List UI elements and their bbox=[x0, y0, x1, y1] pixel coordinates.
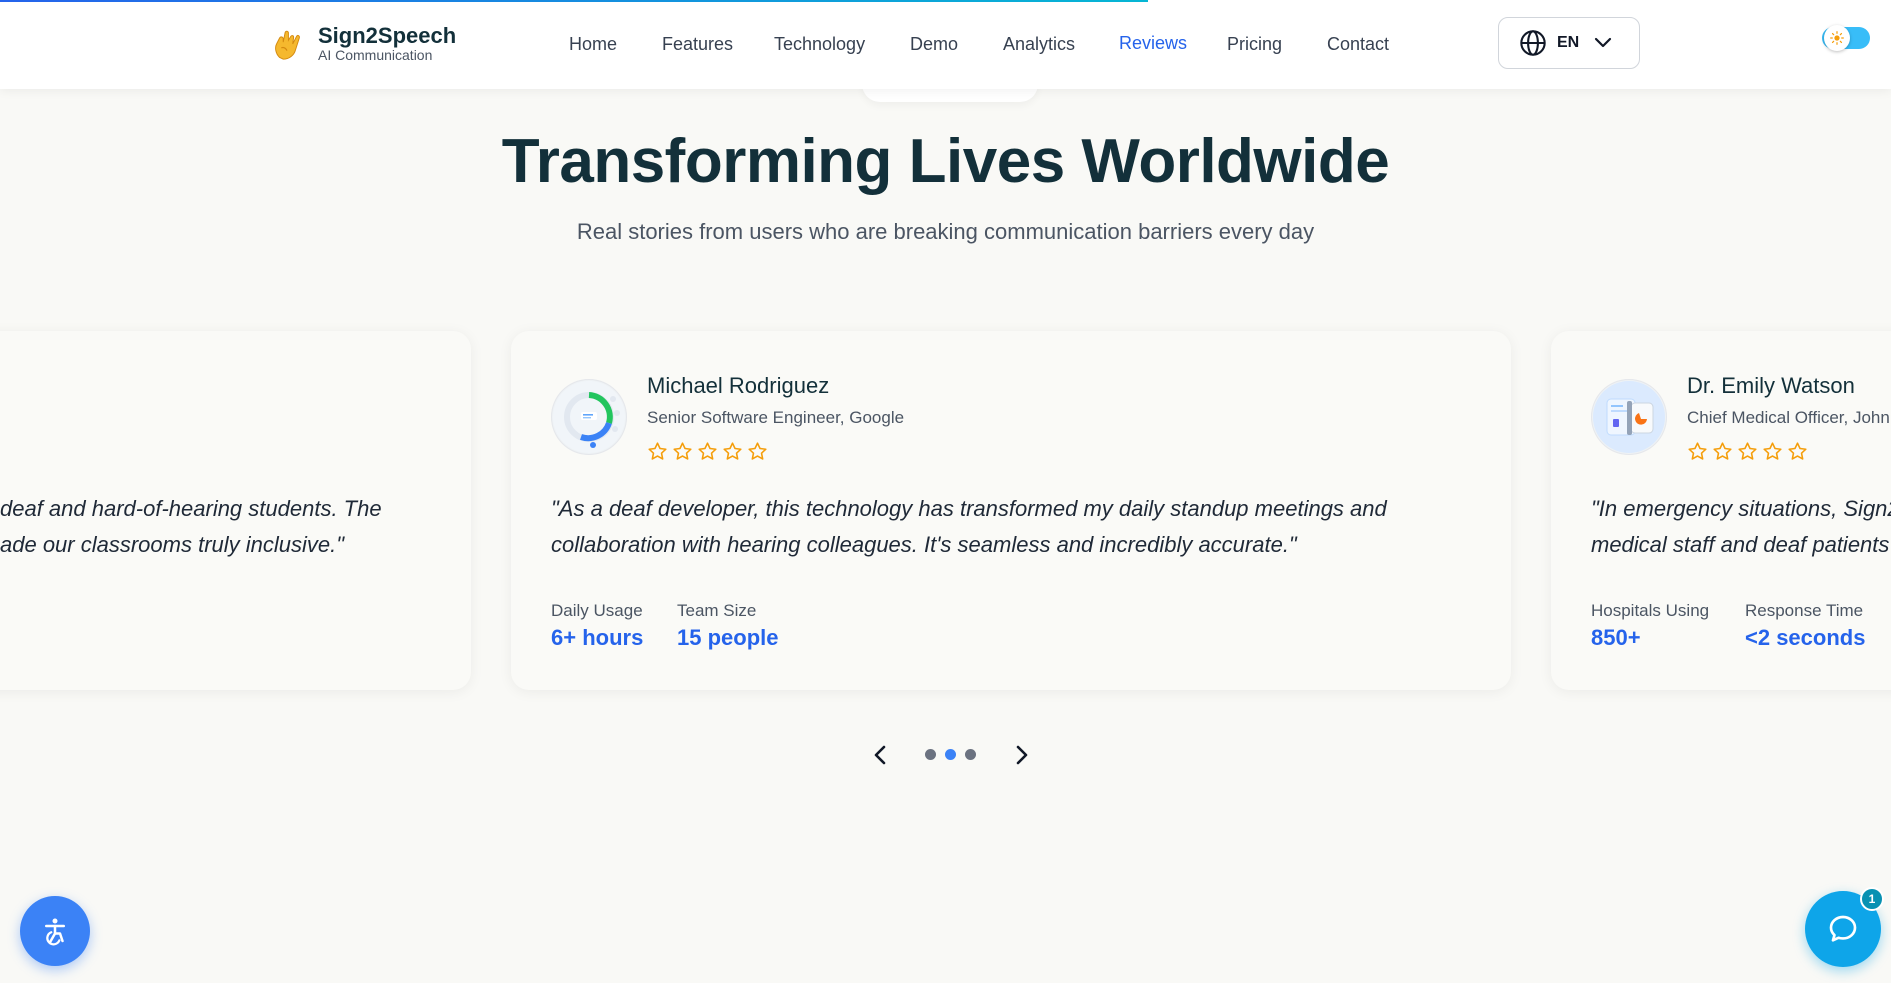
reviewer-name: Michael Rodriguez bbox=[647, 373, 830, 398]
nav-technology[interactable]: Technology bbox=[774, 30, 865, 58]
testimonial-quote: "In emergency situations, Sign2 medical … bbox=[1591, 491, 1891, 563]
carousel-prev-button[interactable] bbox=[866, 740, 896, 770]
testimonial-card-next[interactable]: Dr. Emily Watson Chief Medical Officer, … bbox=[1551, 331, 1891, 690]
avatar-image bbox=[1593, 381, 1665, 453]
sun-icon bbox=[1830, 31, 1844, 45]
chat-bubble-icon bbox=[1829, 915, 1857, 942]
brand-tagline: AI Communication bbox=[318, 47, 433, 63]
star-icon bbox=[673, 442, 692, 460]
stat-daily-usage: Daily Usage 6+ hours bbox=[551, 601, 643, 651]
reviewer-role: Senior Software Engineer, Google bbox=[647, 408, 905, 427]
accessibility-icon bbox=[45, 918, 65, 946]
reviewer-name: Dr. Emily Watson bbox=[1687, 373, 1855, 398]
stat-label: Daily Usage bbox=[551, 601, 643, 620]
testimonial-card-previous[interactable]: deaf and hard-of-hearing students. The a… bbox=[0, 331, 471, 690]
carousel-next-button[interactable] bbox=[1006, 740, 1036, 770]
chevron-right-icon bbox=[1016, 745, 1028, 765]
brand-logo[interactable]: Sign2Speech AI Communication bbox=[268, 24, 456, 63]
stat-value: 6+ hours bbox=[551, 625, 644, 650]
stat-response-time: Response Time <2 seconds bbox=[1745, 601, 1865, 651]
stat-hospitals-using: Hospitals Using 850+ bbox=[1591, 601, 1709, 651]
carousel-dot-2[interactable] bbox=[945, 749, 956, 760]
star-icon bbox=[748, 442, 767, 460]
scroll-progress-bar bbox=[0, 0, 1148, 2]
chat-notification-badge: 1 bbox=[1860, 887, 1884, 911]
avatar bbox=[551, 379, 627, 455]
star-icon bbox=[1688, 442, 1707, 460]
nav-features[interactable]: Features bbox=[662, 30, 733, 58]
testimonial-card-active: Michael Rodriguez Senior Software Engine… bbox=[511, 331, 1511, 690]
section-subtitle: Real stories from users who are breaking… bbox=[576, 219, 1315, 244]
hand-sign-icon bbox=[275, 30, 300, 60]
star-icon bbox=[648, 442, 667, 460]
stat-label: Response Time bbox=[1745, 601, 1864, 620]
nav-reviews[interactable]: Reviews bbox=[1119, 29, 1187, 57]
section-title: Transforming Lives Worldwide bbox=[501, 127, 1390, 196]
stat-value: 850+ bbox=[1591, 625, 1641, 650]
stat-value: <2 seconds bbox=[1745, 625, 1866, 650]
carousel-dot-1[interactable] bbox=[925, 749, 936, 760]
nav-contact[interactable]: Contact bbox=[1327, 30, 1389, 58]
star-rating bbox=[1687, 441, 1808, 462]
testimonial-quote: deaf and hard-of-hearing students. The a… bbox=[0, 491, 382, 563]
stat-label: Hospitals Using bbox=[1591, 601, 1710, 620]
chevron-left-icon bbox=[874, 745, 886, 765]
star-icon bbox=[1788, 442, 1807, 460]
star-icon bbox=[698, 442, 717, 460]
star-icon bbox=[1713, 442, 1732, 460]
theme-toggle[interactable] bbox=[1822, 25, 1870, 51]
star-icon bbox=[1738, 442, 1757, 460]
nav-analytics[interactable]: Analytics bbox=[1003, 30, 1075, 58]
quote-line: "In emergency situations, Sign2 bbox=[1591, 496, 1891, 521]
language-selector[interactable]: EN bbox=[1498, 17, 1640, 69]
star-icon bbox=[1763, 442, 1782, 460]
stat-label: Team Size bbox=[677, 601, 757, 620]
nav-pricing[interactable]: Pricing bbox=[1227, 30, 1282, 58]
reviewer-role: Chief Medical Officer, John bbox=[1687, 408, 1890, 427]
quote-line: deaf and hard-of-hearing students. The bbox=[0, 496, 382, 521]
stat-value: 15 people bbox=[677, 625, 779, 650]
language-label: EN bbox=[1557, 34, 1580, 51]
carousel-dot-3[interactable] bbox=[965, 749, 976, 760]
brand-name: Sign2Speech bbox=[318, 23, 457, 48]
stat-team-size: Team Size 15 people bbox=[677, 601, 778, 651]
carousel-pagination bbox=[925, 749, 976, 760]
nav-demo[interactable]: Demo bbox=[910, 30, 958, 58]
site-header: Sign2Speech AI Communication Home Featur… bbox=[0, 0, 1891, 89]
quote-line: medical staff and deaf patients bbox=[1591, 532, 1890, 557]
star-icon bbox=[723, 442, 742, 460]
star-rating bbox=[647, 441, 768, 462]
testimonial-quote: "As a deaf developer, this technology ha… bbox=[551, 491, 1387, 563]
nav-home[interactable]: Home bbox=[569, 30, 617, 58]
chevron-down-icon bbox=[1595, 37, 1612, 48]
accessibility-button[interactable] bbox=[20, 896, 90, 966]
quote-line: ade our classrooms truly inclusive." bbox=[0, 532, 345, 557]
globe-icon bbox=[1520, 30, 1546, 56]
avatar-image bbox=[553, 381, 625, 453]
theme-toggle-knob bbox=[1824, 25, 1850, 51]
avatar bbox=[1591, 379, 1667, 455]
quote-line: collaboration with hearing colleagues. I… bbox=[551, 532, 1297, 557]
quote-line: "As a deaf developer, this technology ha… bbox=[551, 496, 1387, 521]
